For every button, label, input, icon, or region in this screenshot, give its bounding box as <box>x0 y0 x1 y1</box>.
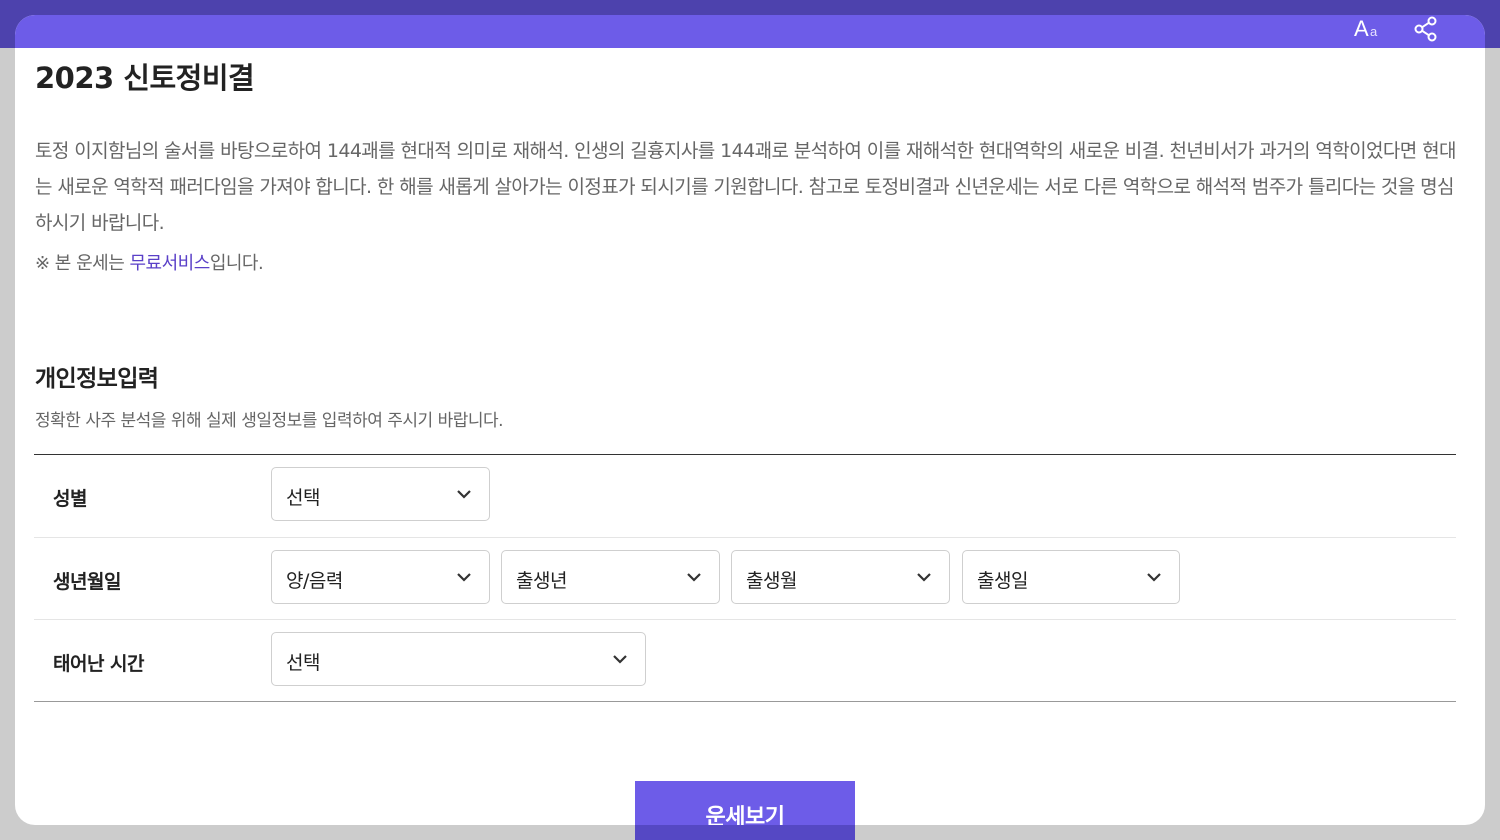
view-fortune-button-overflow[interactable] <box>635 825 855 840</box>
header-bar: A a <box>15 15 1485 48</box>
personal-info-description: 정확한 사주 분석을 위해 실제 생일정보를 입력하여 주시기 바랍니다. <box>35 411 504 431</box>
page-description: 토정 이지함님의 술서를 바탕으로하여 144괘를 현대적 의미로 재해석. 인… <box>35 140 1456 234</box>
birthdate-label: 생년월일 <box>53 571 121 593</box>
notice-suffix: 입니다. <box>209 253 264 274</box>
birth-day-select[interactable]: 출생일 <box>962 550 1180 604</box>
birth-time-select[interactable]: 선택 <box>271 632 646 686</box>
calendar-type-value: 양/음력 <box>286 570 343 592</box>
birth-time-label: 태어난 시간 <box>53 653 145 675</box>
view-fortune-button[interactable]: 운세보기 <box>635 781 855 825</box>
font-size-icon[interactable]: A a <box>1352 15 1384 44</box>
page-title: 2023 신토정비결 <box>35 61 255 95</box>
gender-label: 성별 <box>53 488 87 510</box>
birth-year-select[interactable]: 출생년 <box>501 550 720 604</box>
personal-info-title: 개인정보입력 <box>35 366 159 392</box>
birth-time-row: 태어난 시간 선택 <box>34 620 1456 702</box>
calendar-type-select[interactable]: 양/음력 <box>271 550 490 604</box>
share-icon[interactable] <box>1412 15 1440 43</box>
notice-prefix: ※ 본 운세는 <box>35 253 130 274</box>
font-size-icon-large: A <box>1354 16 1369 41</box>
birth-day-value: 출생일 <box>977 570 1028 592</box>
birth-month-select[interactable]: 출생월 <box>731 550 950 604</box>
free-service-notice: ※ 본 운세는 무료서비스입니다. <box>35 249 264 275</box>
chevron-down-icon <box>917 573 931 582</box>
birth-month-value: 출생월 <box>746 570 797 592</box>
gender-row: 성별 선택 <box>34 455 1456 538</box>
free-service-link[interactable]: 무료서비스 <box>130 253 211 274</box>
gender-select[interactable]: 선택 <box>271 467 490 521</box>
gender-select-value: 선택 <box>286 487 320 509</box>
chevron-down-icon <box>457 490 471 499</box>
birth-year-value: 출생년 <box>516 570 567 592</box>
birth-time-value: 선택 <box>286 652 320 674</box>
chevron-down-icon <box>687 573 701 582</box>
chevron-down-icon <box>1147 573 1161 582</box>
birthdate-row: 생년월일 양/음력 출생년 출생월 출생일 <box>34 538 1456 620</box>
chevron-down-icon <box>457 573 471 582</box>
personal-info-form: 성별 선택 생년월일 양/음력 출생년 출생월 출생일 태어난 시간 선택 <box>34 454 1456 702</box>
main-card: A a 2023 신토정비결 토정 이지함님의 술서를 바탕으로하여 144괘를… <box>15 15 1485 825</box>
chevron-down-icon <box>613 655 627 664</box>
font-size-icon-small: a <box>1370 24 1378 39</box>
